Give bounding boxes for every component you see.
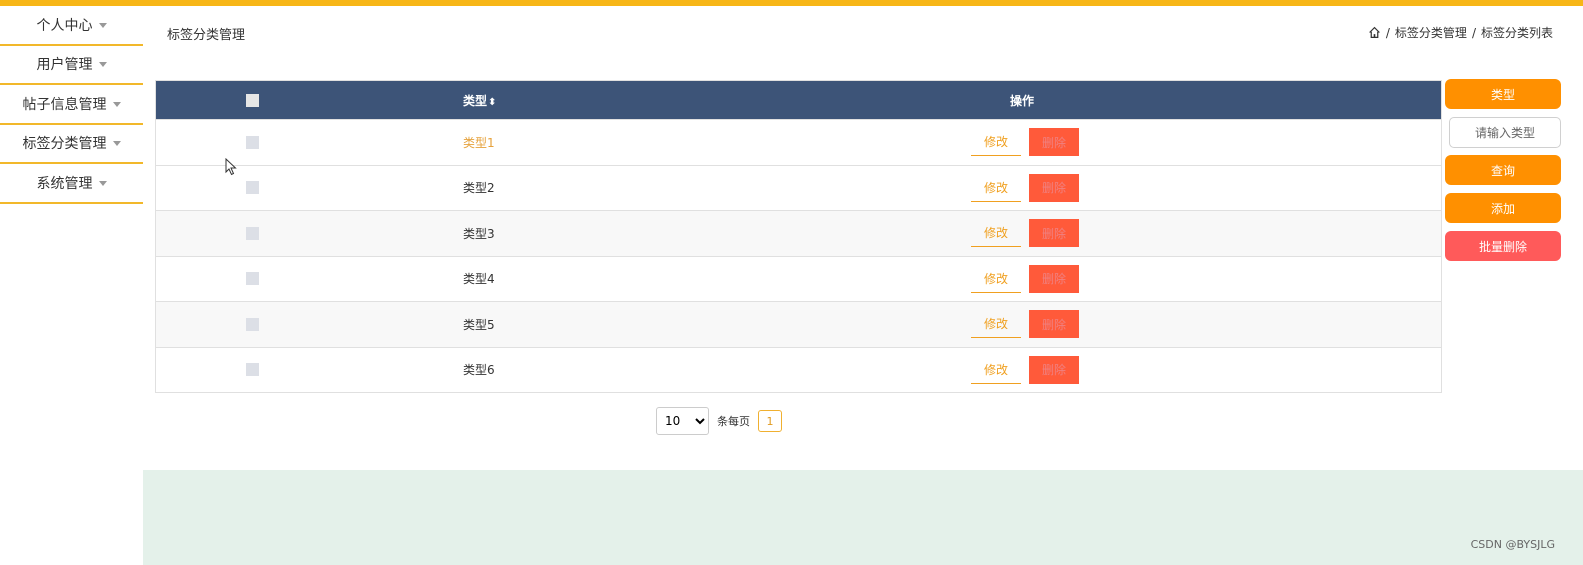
caret-down-icon: [98, 180, 107, 186]
sidebar-item-label: 个人中心: [36, 17, 93, 34]
row-checkbox[interactable]: [246, 226, 259, 240]
sidebar-item-post-management[interactable]: 帖子信息管理: [0, 85, 143, 125]
watermark: CSDN @BYSJLG: [1470, 538, 1555, 551]
delete-button[interactable]: 删除: [1029, 264, 1079, 293]
batch-delete-button[interactable]: 批量删除: [1445, 231, 1561, 261]
row-checkbox[interactable]: [246, 363, 259, 377]
select-all-checkbox[interactable]: [246, 93, 259, 107]
data-table: 类型⬍ 操作 类型1 修改 删除 类型2 修改 删除 类型3 修改 删除 类型4…: [155, 80, 1442, 393]
table-row: 类型6 修改 删除: [156, 346, 1441, 393]
type-cell: 类型5: [463, 317, 495, 332]
caret-down-icon: [98, 62, 107, 68]
page-size-select[interactable]: 10: [656, 407, 709, 435]
action-panel: 类型 查询 添加 批量删除: [1445, 79, 1561, 269]
sidebar-item-personal-center[interactable]: 个人中心: [0, 6, 143, 46]
breadcrumb-separator: /: [1471, 25, 1476, 40]
type-search-input[interactable]: [1449, 117, 1561, 148]
table-row: 类型4 修改 删除: [156, 255, 1441, 302]
sidebar-item-label: 帖子信息管理: [22, 96, 107, 113]
caret-down-icon: [112, 141, 121, 147]
table-row: 类型3 修改 删除: [156, 210, 1441, 256]
delete-button[interactable]: 删除: [1029, 219, 1079, 248]
column-header-type[interactable]: 类型⬍: [349, 92, 849, 109]
edit-button[interactable]: 修改: [971, 310, 1021, 339]
delete-button[interactable]: 删除: [1029, 173, 1079, 202]
type-cell: 类型4: [463, 272, 495, 287]
type-cell: 类型6: [463, 363, 495, 378]
home-icon[interactable]: [1368, 26, 1381, 39]
add-button[interactable]: 添加: [1445, 193, 1561, 223]
sidebar-item-label: 用户管理: [36, 57, 93, 74]
sidebar-item-tag-category-management[interactable]: 标签分类管理: [0, 125, 143, 164]
breadcrumb-item-tag-category[interactable]: 标签分类管理: [1395, 24, 1467, 41]
row-checkbox[interactable]: [246, 272, 259, 286]
sidebar-item-label: 标签分类管理: [22, 136, 107, 153]
pagination: 10 条每页 1: [656, 407, 782, 435]
type-label-button[interactable]: 类型: [1445, 79, 1561, 109]
delete-button[interactable]: 删除: [1029, 128, 1079, 157]
breadcrumb: / 标签分类管理 / 标签分类列表: [1368, 24, 1553, 41]
footer-area: [143, 470, 1583, 565]
caret-down-icon: [112, 101, 121, 107]
sidebar-item-system-management[interactable]: 系统管理: [0, 164, 143, 204]
edit-button[interactable]: 修改: [971, 219, 1021, 248]
sidebar: 个人中心 用户管理 帖子信息管理 标签分类管理 系统管理: [0, 6, 143, 204]
type-cell: 类型3: [463, 226, 495, 241]
edit-button[interactable]: 修改: [971, 174, 1021, 202]
type-cell: 类型1: [463, 135, 495, 150]
per-page-label: 条每页: [717, 415, 750, 428]
row-checkbox[interactable]: [246, 181, 259, 195]
type-cell: 类型2: [463, 181, 495, 196]
table-header: 类型⬍ 操作: [156, 81, 1441, 119]
edit-button[interactable]: 修改: [971, 265, 1021, 293]
breadcrumb-separator: /: [1385, 25, 1390, 40]
delete-button[interactable]: 删除: [1029, 355, 1079, 384]
breadcrumb-item-tag-list: 标签分类列表: [1480, 26, 1553, 40]
row-checkbox[interactable]: [246, 317, 259, 331]
row-checkbox[interactable]: [246, 135, 259, 149]
table-row: 类型1 修改 删除: [156, 119, 1441, 165]
page-title: 标签分类管理: [167, 28, 246, 43]
table-row: 类型2 修改 删除: [156, 164, 1441, 211]
delete-button[interactable]: 删除: [1029, 310, 1079, 339]
sidebar-item-user-management[interactable]: 用户管理: [0, 46, 143, 85]
sort-icon[interactable]: ⬍: [488, 97, 496, 108]
sidebar-item-label: 系统管理: [36, 175, 93, 192]
table-row: 类型5 修改 删除: [156, 301, 1441, 347]
query-button[interactable]: 查询: [1445, 155, 1561, 185]
edit-button[interactable]: 修改: [971, 356, 1021, 384]
top-accent-bar: [0, 0, 1583, 6]
caret-down-icon: [98, 22, 107, 28]
edit-button[interactable]: 修改: [971, 128, 1021, 157]
mouse-cursor-icon: [225, 158, 237, 176]
page-number-button[interactable]: 1: [758, 410, 782, 432]
column-header-operation: 操作: [1010, 93, 1035, 108]
